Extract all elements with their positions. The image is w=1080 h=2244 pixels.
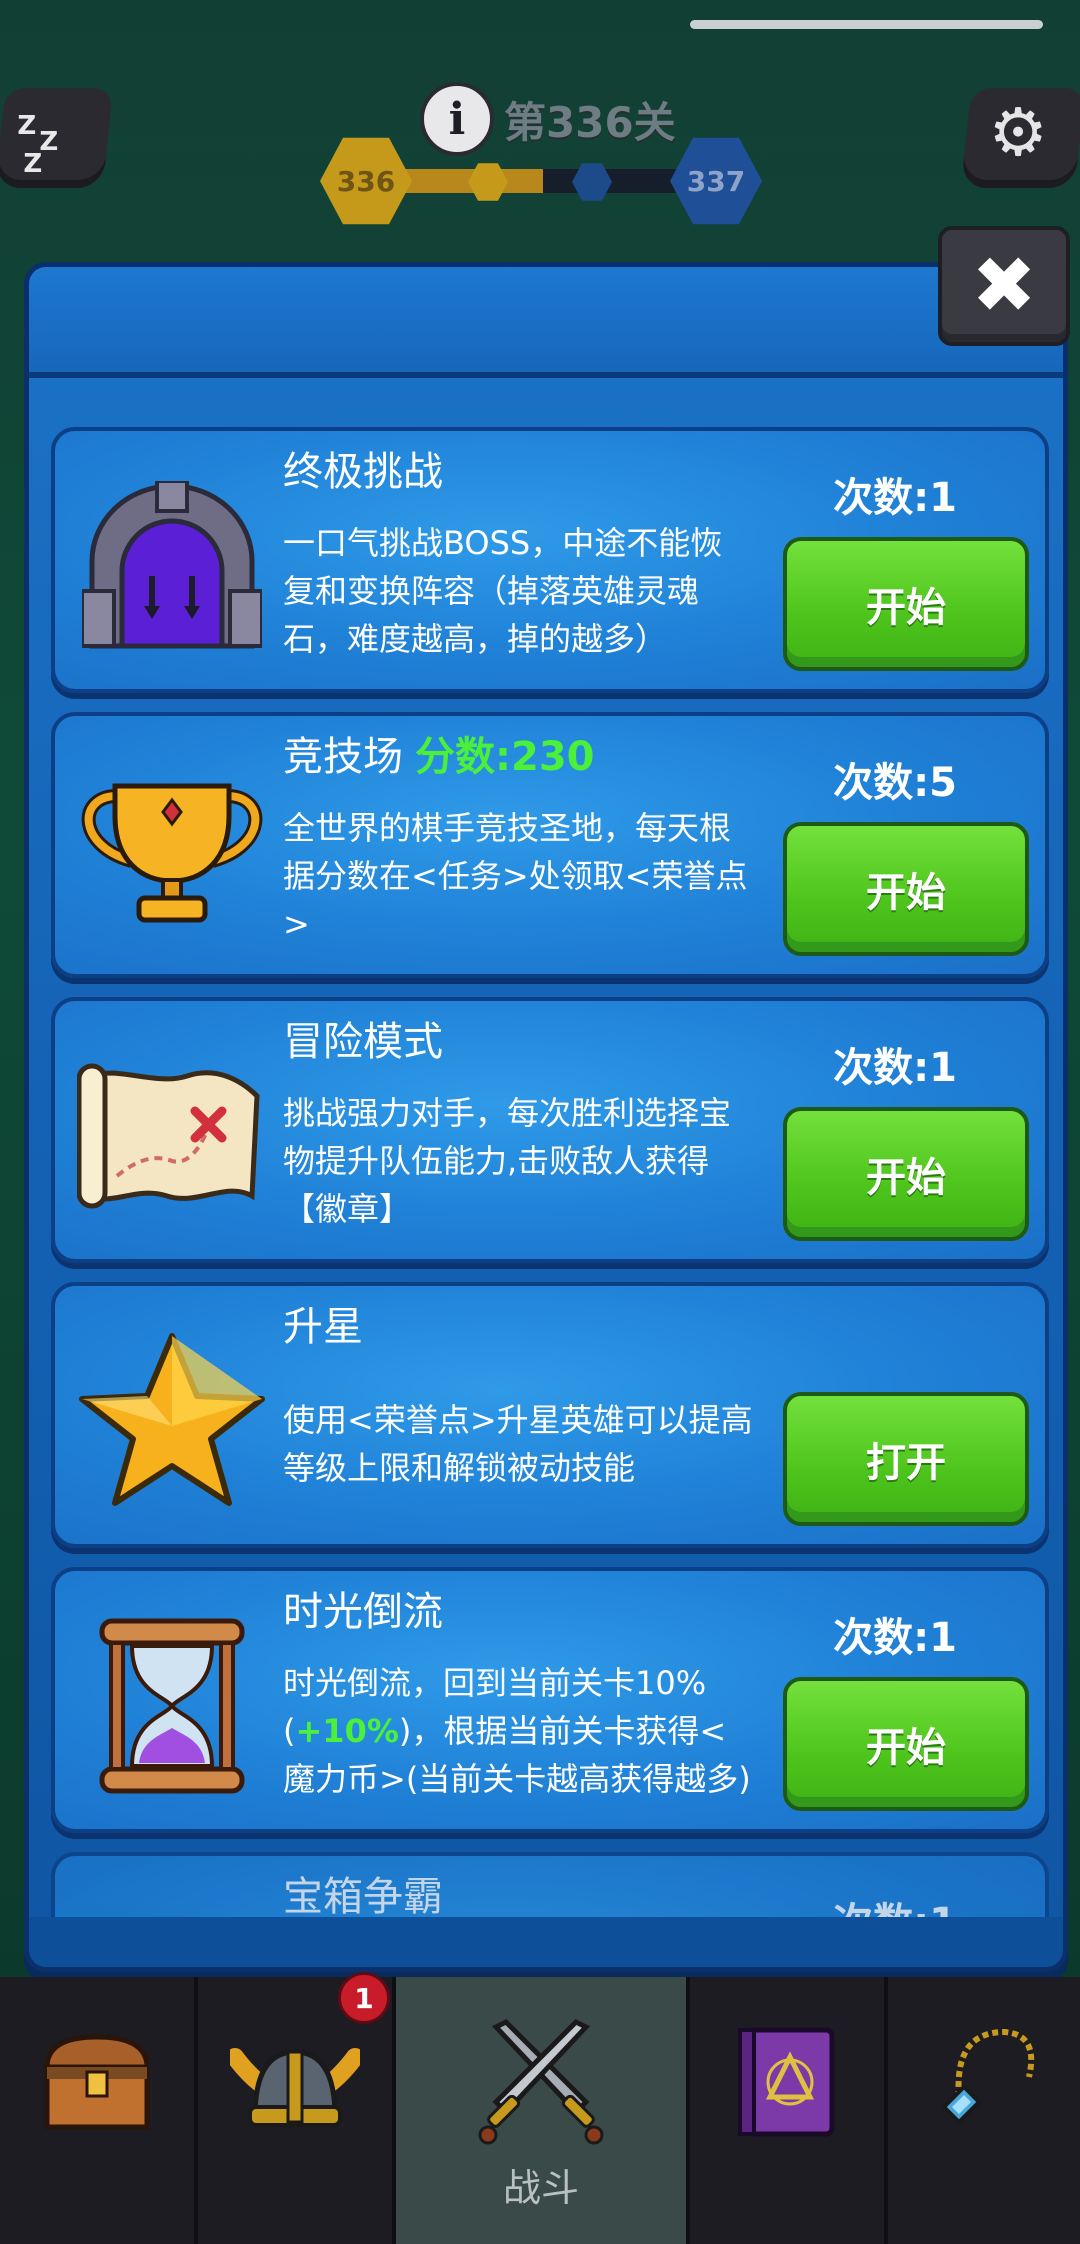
start-button[interactable]: 开始	[783, 1677, 1029, 1811]
start-button[interactable]: 开始	[783, 822, 1029, 956]
card-title: 终极挑战	[283, 449, 443, 495]
card-title: 冒险模式	[283, 1019, 443, 1065]
card-description: 使用<荣誉点>升星英雄可以提高等级上限和解锁被动技能	[283, 1401, 753, 1487]
settings-button[interactable]: ⚙	[960, 88, 1080, 188]
notification-badge: 1	[338, 1972, 390, 2024]
attempt-count: 次数:5	[833, 760, 957, 806]
card-title: 宝箱争霸	[283, 1874, 443, 1920]
progress-node-pending	[572, 163, 612, 201]
nav-shop[interactable]	[0, 1977, 194, 2244]
next-level-hex: 337	[670, 137, 762, 225]
hourglass-icon	[77, 1611, 267, 1801]
trophy-icon	[77, 756, 267, 946]
card-description: 全世界的棋手竞技圣地，每天根据分数在<任务>处领取<荣誉点>	[283, 809, 748, 943]
mode-card-star-up: 升星 使用<荣誉点>升星英雄可以提高等级上限和解锁被动技能 打开	[51, 1282, 1049, 1548]
mode-card-arena: 竞技场 分数:230 次数:5 全世界的棋手竞技圣地，每天根据分数在<任务>处领取…	[51, 712, 1049, 978]
mode-card-ultimate-challenge: 终极挑战 次数:1 一口气挑战BOSS，中途不能恢复和变换阵容（掉落英雄灵魂石，…	[51, 427, 1049, 693]
mode-panel: 终极挑战 次数:1 一口气挑战BOSS，中途不能恢复和变换阵容（掉落英雄灵魂石，…	[24, 262, 1068, 1972]
treasure-map-icon	[77, 1041, 267, 1231]
sleep-button[interactable]: Z Z Z	[0, 88, 114, 188]
card-title: 竞技场 分数:230	[283, 734, 595, 780]
open-button[interactable]: 打开	[783, 1392, 1029, 1526]
close-button[interactable]: ✖	[938, 226, 1070, 346]
mode-card-time-rewind: 时光倒流 次数:1 时光倒流，回到当前关卡10%(+10%)，根据当前关卡获得<…	[51, 1567, 1049, 1833]
progress-bar	[404, 169, 682, 193]
panel-header	[29, 267, 1063, 378]
current-level-hex: 336	[320, 137, 412, 225]
attempt-count: 次数:1	[833, 1045, 957, 1091]
nav-relics[interactable]	[888, 1977, 1080, 2244]
amulet-icon	[919, 2017, 1049, 2147]
viking-helmet-icon	[230, 2017, 360, 2147]
level-progress: 336 337	[320, 135, 762, 225]
nav-heroes[interactable]: 1	[198, 1972, 392, 2244]
sleep-zzz-icon: Z Z Z	[17, 106, 87, 182]
svg-text:Z: Z	[17, 111, 36, 141]
mode-card-adventure: 冒险模式 次数:1 挑战强力对手，每次胜利选择宝物提升队伍能力,击败敌人获得【徽…	[51, 997, 1049, 1263]
bottom-nav: 1 战斗	[0, 1972, 1080, 2244]
home-indicator[interactable]	[690, 20, 1043, 29]
arena-score: 分数:230	[415, 734, 595, 780]
card-description: 一口气挑战BOSS，中途不能恢复和变换阵容（掉落英雄灵魂石，难度越高，掉的越多）	[283, 524, 723, 658]
nav-battle[interactable]: 战斗	[396, 1977, 686, 2244]
attempt-count: 次数:1	[833, 1615, 957, 1661]
progress-node-complete	[468, 163, 508, 201]
card-title: 升星	[283, 1304, 363, 1350]
dungeon-gate-icon	[77, 471, 267, 661]
start-button[interactable]: 开始	[783, 537, 1029, 671]
card-description: 时光倒流，回到当前关卡10%(+10%)，根据当前关卡获得<魔力币>(当前关卡越…	[283, 1664, 751, 1798]
attempt-count: 次数:1	[833, 475, 957, 521]
start-button[interactable]: 开始	[783, 1107, 1029, 1241]
nav-spellbook[interactable]	[690, 1977, 884, 2244]
card-description: 挑战强力对手，每次胜利选择宝物提升队伍能力,击败敌人获得【徽章】	[283, 1094, 732, 1228]
crossed-swords-icon	[476, 2017, 606, 2147]
close-icon: ✖	[971, 241, 1037, 331]
nav-battle-label: 战斗	[502, 2166, 579, 2210]
spellbook-icon	[722, 2017, 852, 2147]
treasure-chest-icon	[32, 2017, 162, 2147]
panel-bottom-edge	[29, 1917, 1063, 1967]
star-icon	[77, 1326, 267, 1516]
card-title: 时光倒流	[283, 1589, 443, 1635]
gear-icon: ⚙	[988, 94, 1048, 171]
svg-text:Z: Z	[23, 149, 42, 176]
